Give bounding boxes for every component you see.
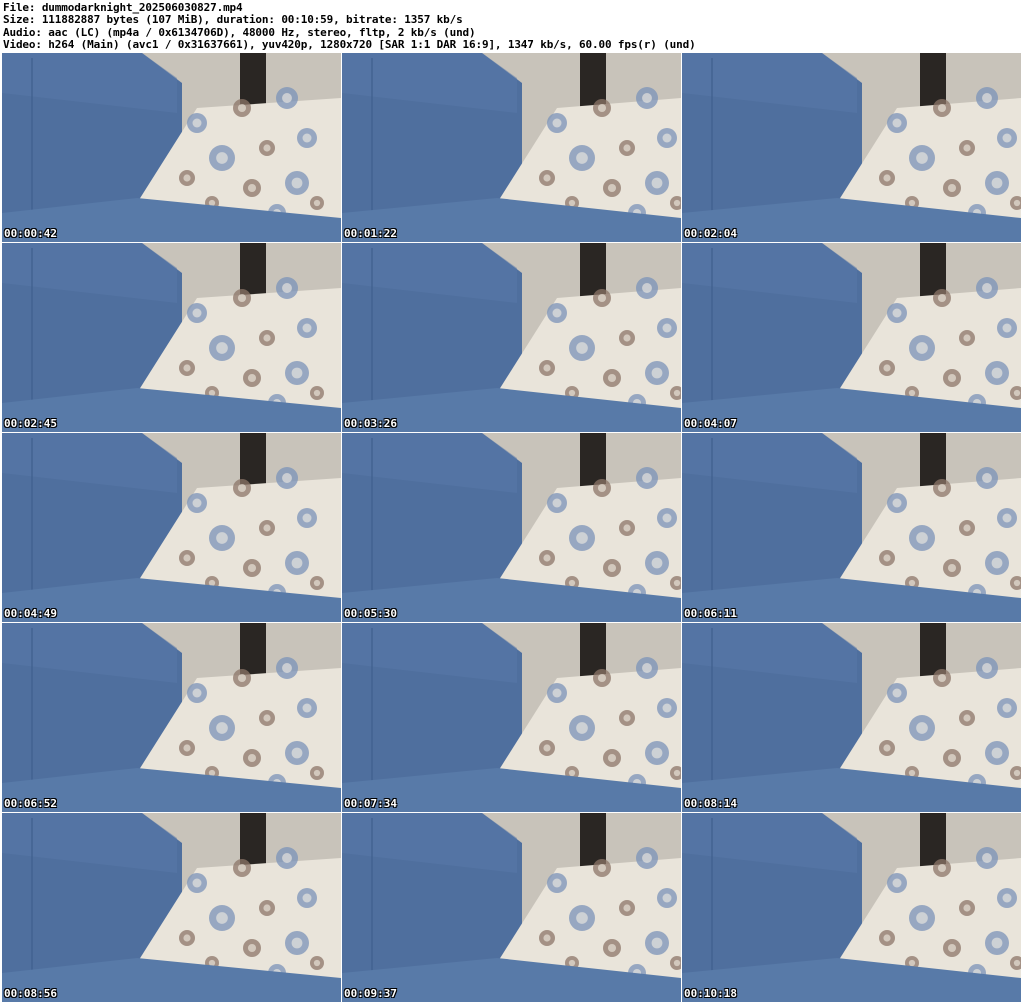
- video-thumbnail: 00:09:37: [342, 813, 681, 1002]
- video-thumbnail: 00:08:14: [682, 623, 1021, 812]
- thumbnail-timestamp: 00:02:45: [4, 417, 57, 430]
- video-thumbnail: 00:05:30: [342, 433, 681, 622]
- thumbnail-timestamp: 00:03:26: [344, 417, 397, 430]
- thumbnail-frame-image: [2, 813, 341, 1002]
- thumbnail-frame-image: [342, 433, 681, 622]
- video-thumbnail: 00:02:45: [2, 243, 341, 432]
- thumbnail-frame-image: [342, 243, 681, 432]
- thumbnail-frame-image: [2, 623, 341, 812]
- thumbnail-timestamp: 00:00:42: [4, 227, 57, 240]
- thumbnail-timestamp: 00:04:07: [684, 417, 737, 430]
- thumbnail-frame-image: [2, 53, 341, 242]
- thumbnail-grid: 00:00:42 00:01:22 00:02:04 00:02:45 00:0…: [2, 53, 1022, 1003]
- video-thumbnail: 00:06:11: [682, 433, 1021, 622]
- thumbnail-timestamp: 00:06:11: [684, 607, 737, 620]
- thumbnail-frame-image: [682, 623, 1021, 812]
- thumbnail-frame-image: [2, 433, 341, 622]
- thumbnail-timestamp: 00:05:30: [344, 607, 397, 620]
- thumbnail-timestamp: 00:08:14: [684, 797, 737, 810]
- video-thumbnail: 00:01:22: [342, 53, 681, 242]
- thumbnail-frame-image: [682, 53, 1021, 242]
- size-duration-line: Size: 111882887 bytes (107 MiB), duratio…: [3, 13, 463, 27]
- thumbnail-frame-image: [342, 623, 681, 812]
- video-thumbnail: 00:08:56: [2, 813, 341, 1002]
- video-thumbnail: 00:06:52: [2, 623, 341, 812]
- video-info-header: File: dummodarknight_202506030827.mp4 Si…: [3, 1, 1021, 52]
- thumbnail-timestamp: 00:06:52: [4, 797, 57, 810]
- thumbnail-frame-image: [342, 53, 681, 242]
- video-thumbnail: 00:07:34: [342, 623, 681, 812]
- video-thumbnail: 00:02:04: [682, 53, 1021, 242]
- thumbnail-timestamp: 00:07:34: [344, 797, 397, 810]
- thumbnail-timestamp: 00:08:56: [4, 987, 57, 1000]
- thumbnail-frame-image: [342, 813, 681, 1002]
- video-thumbnail: 00:04:49: [2, 433, 341, 622]
- video-thumbnail: 00:00:42: [2, 53, 341, 242]
- thumbnail-timestamp: 00:01:22: [344, 227, 397, 240]
- thumbnail-frame-image: [2, 243, 341, 432]
- thumbnail-timestamp: 00:09:37: [344, 987, 397, 1000]
- video-thumbnail: 00:04:07: [682, 243, 1021, 432]
- thumbnail-frame-image: [682, 243, 1021, 432]
- video-thumbnail: 00:03:26: [342, 243, 681, 432]
- video-thumbnail: 00:10:18: [682, 813, 1021, 1002]
- thumbnail-timestamp: 00:04:49: [4, 607, 57, 620]
- thumbnail-timestamp: 00:02:04: [684, 227, 737, 240]
- video-info-line: Video: h264 (Main) (avc1 / 0x31637661), …: [3, 38, 696, 52]
- thumbnail-timestamp: 00:10:18: [684, 987, 737, 1000]
- thumbnail-frame-image: [682, 813, 1021, 1002]
- thumbnail-frame-image: [682, 433, 1021, 622]
